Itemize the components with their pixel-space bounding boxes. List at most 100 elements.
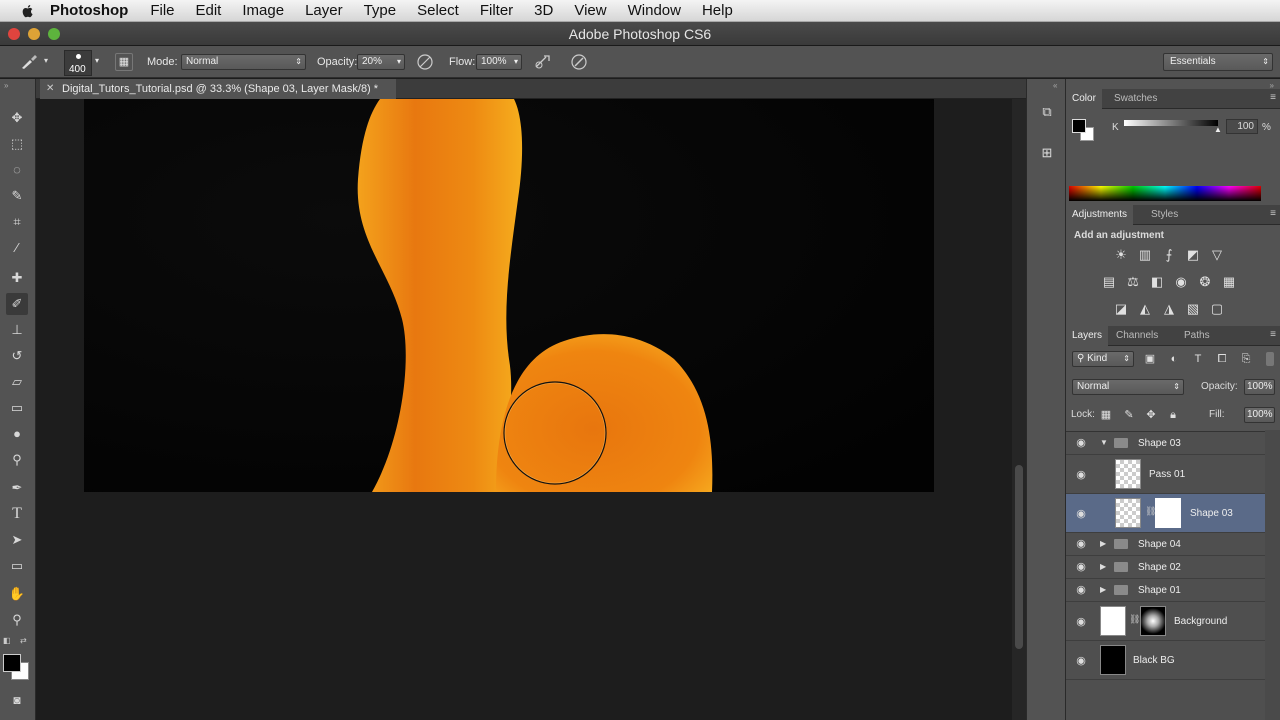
menu-layer[interactable]: Layer — [305, 2, 343, 19]
color-fg-swatch[interactable] — [1072, 119, 1086, 133]
tab-color[interactable]: Color — [1066, 89, 1102, 109]
mode-select[interactable]: Normal ⇕ — [181, 54, 306, 70]
invert-icon[interactable]: ◪ — [1113, 301, 1129, 317]
crop-tool-icon[interactable]: ⌗ — [6, 211, 28, 233]
menu-view[interactable]: View — [574, 2, 606, 19]
apple-icon[interactable] — [20, 3, 36, 19]
layer-mask-thumbnail[interactable] — [1155, 498, 1181, 528]
filter-type-icon[interactable]: T — [1190, 351, 1206, 367]
layer-row[interactable]: ◉ Black BG — [1066, 641, 1265, 680]
menu-image[interactable]: Image — [242, 2, 284, 19]
layer-mask-thumbnail[interactable] — [1140, 606, 1166, 636]
tab-styles[interactable]: Styles — [1145, 205, 1184, 225]
group-collapsed-icon[interactable]: ▶ — [1100, 562, 1106, 571]
airbrush-icon[interactable] — [534, 53, 552, 71]
gradient-map-icon[interactable]: ▧ — [1185, 301, 1201, 317]
history-panel-icon[interactable]: ⧉ — [1037, 104, 1057, 124]
photo-filter-icon[interactable]: ◉ — [1173, 274, 1189, 290]
flow-field[interactable]: 100% ▾ — [476, 54, 522, 70]
properties-panel-icon[interactable]: ⊞ — [1037, 145, 1057, 165]
hue-saturation-icon[interactable]: ▤ — [1101, 274, 1117, 290]
blend-mode-select[interactable]: Normal ⇕ — [1072, 379, 1184, 395]
clone-stamp-tool-icon[interactable]: ⊥ — [6, 319, 28, 341]
visibility-eye-icon[interactable]: ◉ — [1074, 537, 1088, 550]
slider-handle-icon[interactable]: ▲ — [1214, 125, 1222, 134]
zoom-window-button[interactable] — [48, 28, 60, 40]
healing-brush-tool-icon[interactable]: ✚ — [6, 267, 28, 289]
filter-toggle[interactable] — [1266, 352, 1274, 366]
curves-icon[interactable]: ⨍ — [1161, 247, 1177, 263]
canvas-vertical-scrollbar[interactable] — [1012, 99, 1026, 720]
visibility-eye-icon[interactable]: ◉ — [1074, 583, 1088, 596]
pressure-size-icon[interactable] — [570, 53, 588, 71]
panel-menu-icon[interactable]: ≡ — [1270, 92, 1276, 103]
visibility-eye-icon[interactable]: ◉ — [1074, 507, 1088, 520]
quick-mask-icon[interactable]: ◙ — [6, 689, 28, 711]
levels-icon[interactable]: ▥ — [1137, 247, 1153, 263]
canvas-area[interactable] — [36, 99, 1026, 720]
menu-select[interactable]: Select — [417, 2, 459, 19]
brush-tool-preset-icon[interactable] — [20, 54, 38, 70]
zoom-tool-icon[interactable]: ⚲ — [6, 609, 28, 631]
visibility-eye-icon[interactable]: ◉ — [1074, 654, 1088, 667]
layer-row[interactable]: ◉ Pass 01 — [1066, 455, 1265, 494]
swap-colors-icon[interactable]: ⇄ — [20, 636, 27, 645]
vibrance-icon[interactable]: ▽ — [1209, 247, 1225, 263]
preset-dropdown-arrow-icon[interactable]: ▾ — [44, 56, 48, 65]
visibility-eye-icon[interactable]: ◉ — [1074, 615, 1088, 628]
panel-menu-icon[interactable]: ≡ — [1270, 208, 1276, 219]
k-value-field[interactable]: 100 — [1226, 119, 1258, 134]
tab-adjustments[interactable]: Adjustments — [1066, 205, 1134, 225]
group-collapsed-icon[interactable]: ▶ — [1100, 539, 1106, 548]
tab-swatches[interactable]: Swatches — [1108, 89, 1163, 109]
layer-row[interactable]: ◉ ▶ Shape 02 — [1066, 556, 1265, 579]
lock-all-icon[interactable]: 🔒︎ — [1165, 407, 1181, 423]
color-lookup-icon[interactable]: ▦ — [1221, 274, 1237, 290]
default-colors-icon[interactable]: ◧ — [3, 636, 11, 645]
brush-picker-arrow-icon[interactable]: ▾ — [95, 56, 99, 65]
lock-transparent-icon[interactable]: ▦ — [1098, 407, 1114, 423]
menu-type[interactable]: Type — [364, 2, 397, 19]
move-tool-icon[interactable]: ✥ — [6, 107, 28, 129]
layer-row[interactable]: ◉ ▶ Shape 01 — [1066, 579, 1265, 602]
workspace-select[interactable]: Essentials ⇕ — [1163, 53, 1273, 71]
link-chain-icon[interactable]: ⛓ — [1129, 614, 1140, 625]
menu-app-name[interactable]: Photoshop — [50, 2, 128, 19]
dodge-tool-icon[interactable]: ⚲ — [6, 449, 28, 471]
brush-tool-icon[interactable]: ✐ — [6, 293, 28, 315]
visibility-eye-icon[interactable]: ◉ — [1074, 436, 1088, 449]
brush-panel-toggle-icon[interactable]: ▦ — [115, 53, 133, 71]
layer-row-selected[interactable]: ◉ ⛓ Shape 03 — [1066, 494, 1265, 533]
visibility-eye-icon[interactable]: ◉ — [1074, 560, 1088, 573]
rectangle-tool-icon[interactable]: ▭ — [6, 555, 28, 577]
filter-pixel-icon[interactable]: ▣ — [1142, 351, 1158, 367]
blur-tool-icon[interactable]: ● — [6, 423, 28, 445]
foreground-color-swatch[interactable] — [3, 654, 21, 672]
panel-menu-icon[interactable]: ≡ — [1270, 329, 1276, 340]
exposure-icon[interactable]: ◩ — [1185, 247, 1201, 263]
collapse-dock-icon[interactable]: « — [1053, 81, 1057, 90]
layer-row[interactable]: ◉ ▶ Shape 04 — [1066, 533, 1265, 556]
color-balance-icon[interactable]: ⚖ — [1125, 274, 1141, 290]
gradient-tool-icon[interactable]: ▭ — [6, 397, 28, 419]
lock-image-icon[interactable]: ✎ — [1121, 407, 1137, 423]
layer-opacity-field[interactable]: 100% — [1244, 379, 1275, 395]
posterize-icon[interactable]: ◭ — [1137, 301, 1153, 317]
pen-tool-icon[interactable]: ✒ — [6, 477, 28, 499]
menu-filter[interactable]: Filter — [480, 2, 513, 19]
lasso-tool-icon[interactable]: ◌ — [6, 159, 28, 181]
threshold-icon[interactable]: ◮ — [1161, 301, 1177, 317]
menu-edit[interactable]: Edit — [196, 2, 222, 19]
lock-position-icon[interactable]: ✥ — [1143, 407, 1159, 423]
hand-tool-icon[interactable]: ✋ — [6, 583, 28, 605]
group-expanded-icon[interactable]: ▼ — [1100, 438, 1108, 447]
brightness-contrast-icon[interactable]: ☀ — [1113, 247, 1129, 263]
menu-file[interactable]: File — [150, 2, 174, 19]
tab-channels[interactable]: Channels — [1110, 326, 1164, 346]
marquee-tool-icon[interactable]: ⬚ — [6, 133, 28, 155]
channel-mixer-icon[interactable]: ❂ — [1197, 274, 1213, 290]
menu-help[interactable]: Help — [702, 2, 733, 19]
black-white-icon[interactable]: ◧ — [1149, 274, 1165, 290]
filter-smart-object-icon[interactable]: ⎘ — [1238, 351, 1254, 367]
selective-color-icon[interactable]: ▢ — [1209, 301, 1225, 317]
